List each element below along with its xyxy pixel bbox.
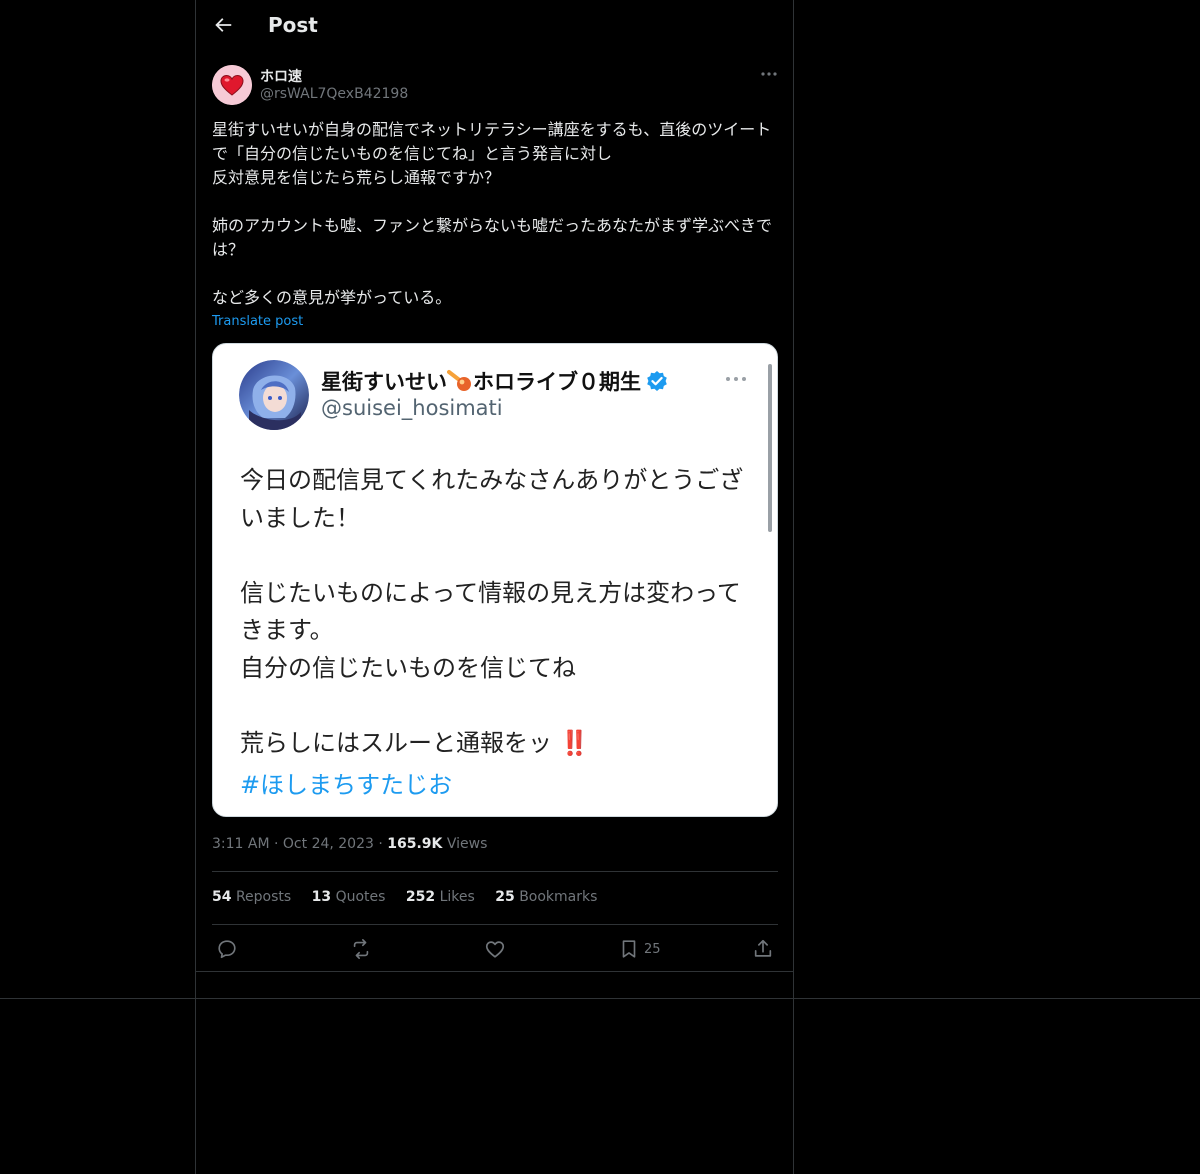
quotes-stat[interactable]: 13 Quotes [312, 889, 386, 905]
embedded-scrollbar [768, 364, 772, 532]
avatar[interactable] [212, 65, 252, 105]
post-stats: 54 Reposts 13 Quotes 252 Likes 25 Bookma… [212, 889, 613, 905]
post-image[interactable]: 星街すいせい ホロライブ０期生 @suisei_hosimati 今日の配信見てく… [212, 343, 778, 817]
verified-icon [647, 371, 667, 391]
likes-stat[interactable]: 252 Likes [406, 889, 475, 905]
meta-separator: · [378, 836, 383, 852]
divider [212, 924, 778, 925]
embedded-more-icon [726, 377, 746, 381]
reposts-label: Reposts [235, 889, 292, 905]
embedded-hashtag: #ほしまちすたじお [240, 771, 453, 799]
author-handle[interactable]: @rsWAL7QexB42198 [260, 86, 408, 102]
bookmarks-label: Bookmarks [519, 889, 598, 905]
share-icon [754, 939, 772, 957]
bookmarks-stat[interactable]: 25 Bookmarks [495, 889, 597, 905]
share-button[interactable] [752, 937, 774, 961]
likes-count: 252 [405, 889, 436, 905]
likes-label: Likes [439, 889, 475, 905]
comet-icon [447, 370, 471, 391]
repost-icon [353, 939, 369, 959]
heart-avatar-icon [212, 65, 252, 105]
like-icon [485, 941, 505, 958]
author-name[interactable]: ホロ速 [260, 66, 302, 86]
post-date[interactable]: Oct 24, 2023 [283, 836, 374, 852]
bookmark-count: 25 [644, 941, 661, 957]
bookmark-icon [622, 940, 636, 958]
embedded-name-suffix: ホロライブ０期生 [473, 370, 641, 394]
post-text: 星街すいせいが自身の配信でネットリテラシー講座をするも、直後のツイートで「自分の… [212, 120, 773, 307]
views-label: Views [446, 836, 488, 852]
quotes-label: Quotes [335, 889, 386, 905]
post-time[interactable]: 3:11 AM [212, 836, 270, 852]
embedded-avatar [239, 360, 309, 430]
quotes-count: 13 [311, 889, 332, 905]
views-count: 165.9K [387, 836, 443, 852]
more-icon[interactable] [759, 64, 779, 84]
reply-icon [218, 940, 236, 959]
embedded-name-text: 星街すいせい [321, 370, 447, 394]
embedded-text: 今日の配信見てくれたみなさんありがとうございました！ 信じたいものによって情報の… [240, 466, 744, 757]
header: Post [196, 0, 793, 55]
translate-link[interactable]: Translate post [212, 314, 303, 329]
divider [212, 871, 778, 872]
repost-button[interactable] [350, 937, 372, 961]
anime-avatar-icon [239, 360, 309, 430]
page-divider [0, 998, 1200, 999]
embedded-handle: @suisei_hosimati [321, 396, 503, 420]
reply-button[interactable] [216, 937, 238, 961]
meta-separator: · [274, 836, 279, 852]
bookmarks-count: 25 [495, 889, 515, 905]
post-meta: 3:11 AM · Oct 24, 2023 · 165.9K Views [212, 836, 487, 852]
reposts-stat[interactable]: 54 Reposts [212, 889, 291, 905]
embedded-author-name: 星街すいせい ホロライブ０期生 [321, 366, 668, 396]
bookmark-button[interactable]: 25 [618, 937, 661, 961]
reposts-count: 54 [212, 889, 232, 905]
like-button[interactable] [484, 937, 506, 961]
divider [196, 971, 793, 972]
page-title: Post [268, 13, 318, 37]
back-arrow-icon[interactable] [212, 14, 234, 36]
